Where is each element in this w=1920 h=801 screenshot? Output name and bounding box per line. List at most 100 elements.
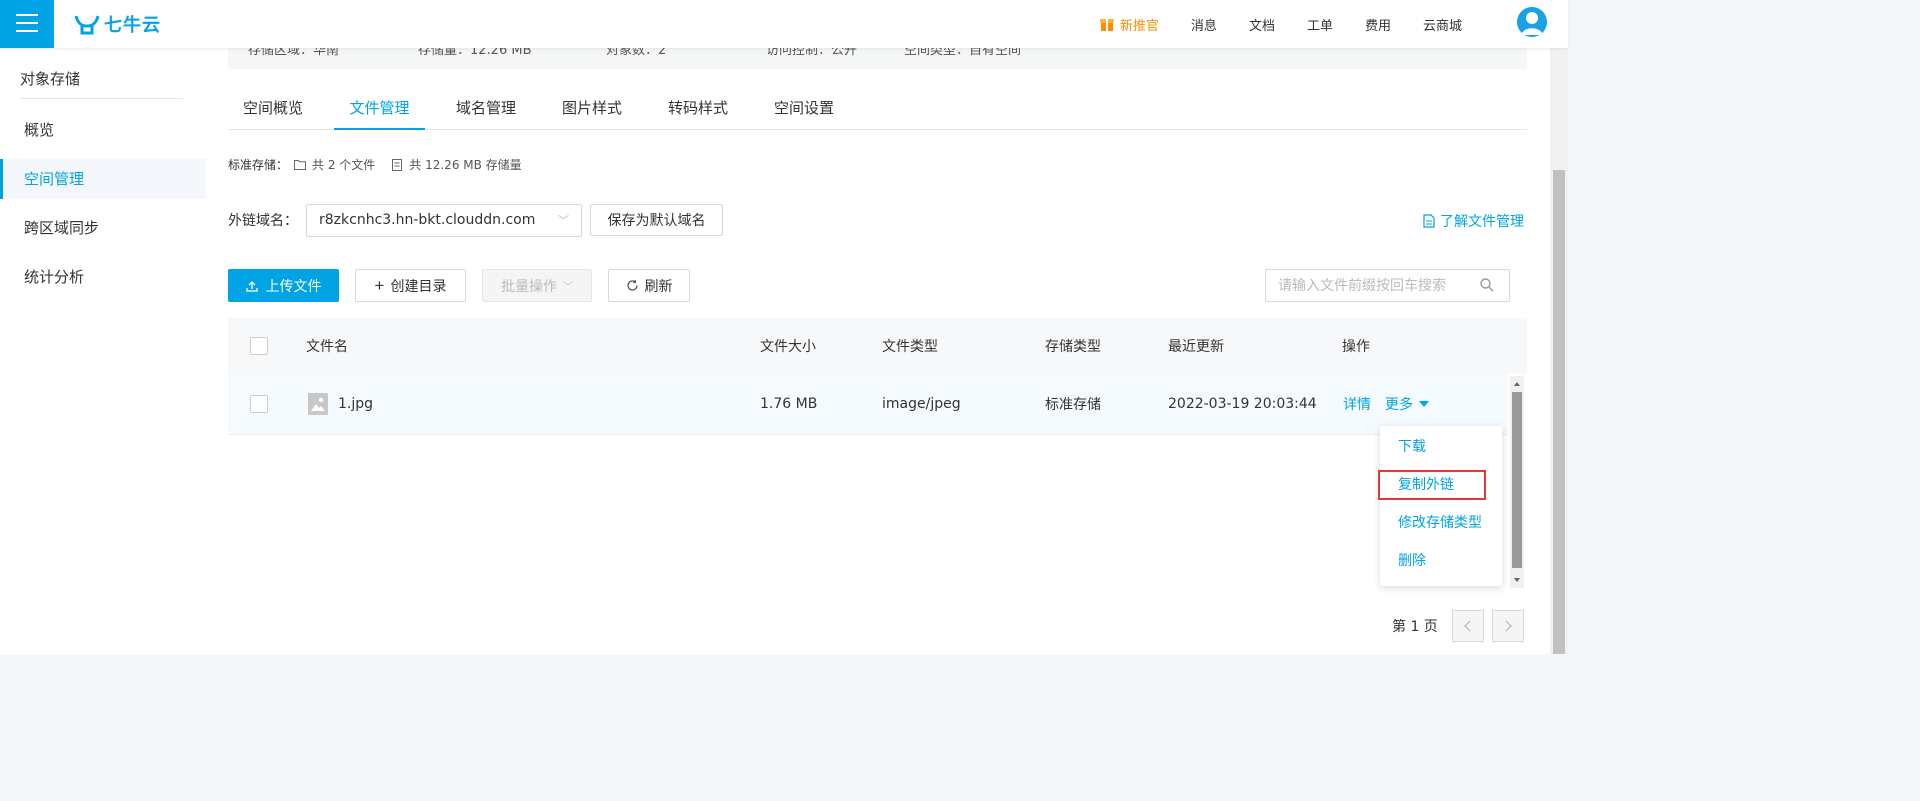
space-info-objects: 对象数：2 (606, 48, 667, 58)
sidebar-item-overview[interactable]: 概览 (0, 110, 206, 150)
avatar[interactable] (1517, 7, 1547, 37)
chevron-left-icon (1463, 620, 1471, 632)
file-size: 1.76 MB (760, 396, 818, 412)
search-icon[interactable] (1479, 277, 1495, 293)
refresh-button[interactable]: 刷新 (608, 269, 690, 302)
tab-space-overview[interactable]: 空间概览 (228, 88, 318, 130)
file-storage-type: 标准存储 (1045, 397, 1101, 413)
scrollbar-thumb[interactable] (1512, 392, 1522, 568)
domain-value: r8zkcnhc3.hn-bkt.clouddn.com (319, 211, 536, 228)
column-header-updated: 最近更新 (1168, 339, 1224, 355)
actions-cell: 详情 更多 (1343, 374, 1429, 434)
summary-size: 共 12.26 MB 存储量 (409, 158, 522, 172)
row-checkbox[interactable] (250, 395, 268, 413)
domain-label: 外链域名： (228, 213, 298, 229)
sidebar: 对象存储 概览 空间管理 跨区域同步 统计分析 (0, 48, 206, 654)
upload-icon (245, 280, 258, 292)
tab-file-management[interactable]: 文件管理 (334, 88, 425, 130)
column-header-name: 文件名 (306, 339, 348, 355)
batch-operation-button[interactable]: 批量操作 ﹀ (482, 269, 592, 302)
nav-billing[interactable]: 费用 (1365, 15, 1391, 34)
learn-file-management-link[interactable]: 了解文件管理 (1423, 211, 1524, 231)
sidebar-title: 对象存储 (20, 70, 81, 88)
file-name-cell: 1.jpg (308, 374, 373, 434)
prev-page-button[interactable] (1451, 610, 1484, 642)
main-content: 存储区域：华南 存储量：12.26 MB 对象数：2 访问控制：公开 空间类型：… (206, 48, 1550, 654)
next-page-button[interactable] (1491, 610, 1524, 642)
document-icon (1423, 214, 1435, 228)
tab-bar: 空间概览 文件管理 域名管理 图片样式 转码样式 空间设置 (228, 88, 1527, 130)
nav-label: 新推官 (1119, 18, 1159, 34)
menu-item-download[interactable]: 下载 (1380, 428, 1502, 466)
search-input[interactable] (1265, 269, 1510, 302)
nav-promoter[interactable]: 新推官 (1099, 15, 1159, 34)
space-info-strip: 存储区域：华南 存储量：12.26 MB 对象数：2 访问控制：公开 空间类型：… (228, 48, 1527, 69)
details-link[interactable]: 详情 (1343, 394, 1371, 414)
sidebar-item-space-management[interactable]: 空间管理 (0, 159, 206, 199)
more-actions-menu: 下载 复制外链 修改存储类型 删除 (1378, 426, 1502, 586)
learn-link-label: 了解文件管理 (1440, 214, 1524, 230)
menu-item-delete[interactable]: 删除 (1380, 542, 1502, 580)
domain-row: 外链域名： r8zkcnhc3.hn-bkt.clouddn.com ﹀ 保存为… (228, 203, 723, 237)
tab-transcode-style[interactable]: 转码样式 (653, 88, 743, 130)
table-row[interactable]: 1.jpg 1.76 MB image/jpeg 标准存储 2022-03-19… (228, 374, 1508, 435)
top-bar: 七牛云 新推官 消息 文档 工单 费用 云商城 (0, 0, 1568, 48)
menu-icon-line (16, 14, 38, 16)
bull-logo-icon (74, 15, 100, 35)
save-default-domain-button[interactable]: 保存为默认域名 (590, 204, 723, 236)
more-label: 更多 (1385, 397, 1413, 413)
space-info-type: 空间类型：自有空间 (904, 48, 1022, 58)
brand-logo[interactable]: 七牛云 (74, 10, 161, 38)
top-nav: 新推官 消息 文档 工单 费用 云商城 (1068, 0, 1462, 48)
page-indicator: 第 1 页 (1392, 619, 1438, 635)
select-all-checkbox-cell (250, 318, 268, 374)
column-header-actions: 操作 (1342, 339, 1370, 355)
space-info-region: 存储区域：华南 (248, 48, 340, 58)
upload-file-button[interactable]: 上传文件 (228, 269, 339, 302)
tab-image-style[interactable]: 图片样式 (547, 88, 637, 130)
upload-label: 上传文件 (265, 277, 322, 294)
image-file-icon (308, 393, 328, 415)
hamburger-menu-button[interactable] (0, 0, 54, 48)
row-checkbox-cell (250, 374, 268, 434)
menu-item-change-storage-type[interactable]: 修改存储类型 (1380, 504, 1502, 542)
nav-tickets[interactable]: 工单 (1307, 15, 1333, 34)
nav-marketplace[interactable]: 云商城 (1423, 15, 1462, 34)
database-icon (392, 158, 403, 171)
plus-icon: + (374, 276, 385, 295)
scroll-down-icon[interactable] (1510, 574, 1524, 586)
storage-summary: 标准存储： 共 2 个文件 共 12.26 MB 存储量 (228, 156, 522, 173)
table-scrollbar[interactable] (1510, 376, 1524, 588)
pagination: 第 1 页 (1392, 610, 1524, 642)
space-info-storage: 存储量：12.26 MB (418, 48, 532, 58)
summary-label: 标准存储： (228, 158, 289, 172)
file-name[interactable]: 1.jpg (338, 396, 373, 412)
tab-domain-management[interactable]: 域名管理 (441, 88, 531, 130)
folder-icon (294, 160, 307, 170)
column-header-type: 文件类型 (882, 339, 938, 355)
table-header: 文件名 文件大小 文件类型 存储类型 最近更新 操作 (228, 318, 1527, 374)
space-info-access: 访问控制：公开 (766, 48, 858, 58)
file-type: image/jpeg (882, 396, 961, 412)
nav-docs[interactable]: 文档 (1249, 15, 1275, 34)
batch-label: 批量操作 (501, 277, 557, 294)
page-scrollbar[interactable] (1550, 48, 1568, 654)
caret-down-icon (1419, 401, 1429, 407)
page-scrollbar-thumb[interactable] (1553, 170, 1565, 654)
sidebar-item-cross-region-sync[interactable]: 跨区域同步 (0, 208, 206, 248)
select-all-checkbox[interactable] (250, 337, 268, 355)
tab-space-settings[interactable]: 空间设置 (759, 88, 849, 130)
nav-messages[interactable]: 消息 (1191, 15, 1217, 34)
menu-icon-line (16, 22, 38, 24)
create-directory-button[interactable]: + 创建目录 (355, 269, 466, 302)
menu-icon-line (16, 30, 38, 32)
menu-item-copy-link[interactable]: 复制外链 (1378, 470, 1486, 500)
sidebar-item-statistics[interactable]: 统计分析 (0, 257, 206, 297)
domain-select[interactable]: r8zkcnhc3.hn-bkt.clouddn.com ﹀ (306, 203, 582, 237)
user-icon (1521, 12, 1543, 35)
column-header-storage: 存储类型 (1045, 339, 1101, 355)
column-header-size: 文件大小 (760, 339, 816, 355)
scroll-up-icon[interactable] (1510, 378, 1524, 390)
gift-icon (1099, 19, 1114, 31)
more-actions-button[interactable]: 更多 (1385, 394, 1429, 414)
